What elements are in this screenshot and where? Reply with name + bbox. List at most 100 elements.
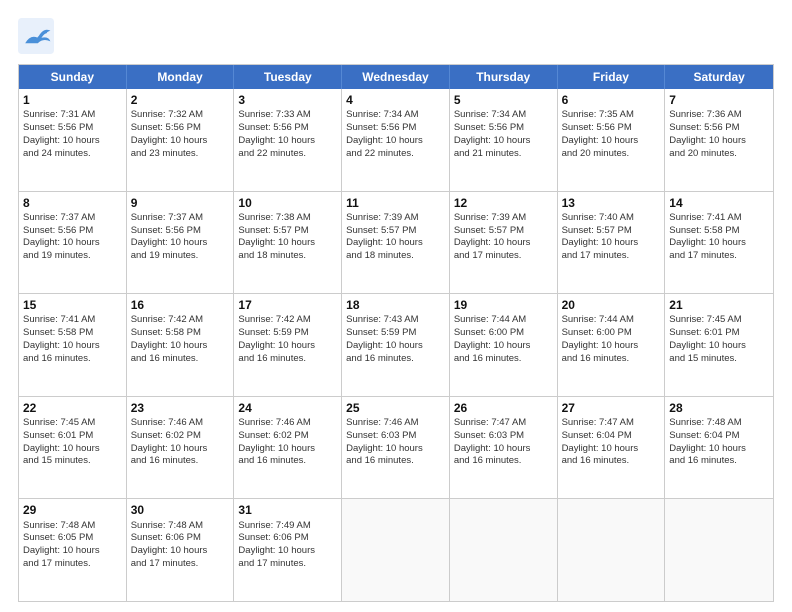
- day-info: and 15 minutes.: [23, 455, 122, 468]
- header-tuesday: Tuesday: [234, 65, 342, 89]
- day-info: and 21 minutes.: [454, 148, 553, 161]
- calendar-cell: 27Sunrise: 7:47 AMSunset: 6:04 PMDayligh…: [558, 397, 666, 499]
- day-info: Sunrise: 7:47 AM: [562, 417, 661, 430]
- day-info: Daylight: 10 hours: [131, 545, 230, 558]
- calendar-row-1: 1Sunrise: 7:31 AMSunset: 5:56 PMDaylight…: [19, 89, 773, 191]
- calendar-cell: 6Sunrise: 7:35 AMSunset: 5:56 PMDaylight…: [558, 89, 666, 191]
- day-info: Daylight: 10 hours: [346, 237, 445, 250]
- day-info: Daylight: 10 hours: [562, 135, 661, 148]
- day-info: Sunrise: 7:48 AM: [23, 520, 122, 533]
- logo-icon: [18, 18, 54, 54]
- day-info: Daylight: 10 hours: [562, 237, 661, 250]
- calendar: Sunday Monday Tuesday Wednesday Thursday…: [18, 64, 774, 602]
- day-info: Sunset: 6:02 PM: [131, 430, 230, 443]
- day-info: and 16 minutes.: [562, 353, 661, 366]
- calendar-row-3: 15Sunrise: 7:41 AMSunset: 5:58 PMDayligh…: [19, 293, 773, 396]
- day-number: 17: [238, 297, 337, 313]
- day-info: Sunset: 5:58 PM: [23, 327, 122, 340]
- day-info: Sunrise: 7:39 AM: [454, 212, 553, 225]
- day-info: Sunrise: 7:39 AM: [346, 212, 445, 225]
- day-number: 14: [669, 195, 769, 211]
- day-info: Daylight: 10 hours: [238, 545, 337, 558]
- day-number: 8: [23, 195, 122, 211]
- day-info: Sunset: 6:00 PM: [454, 327, 553, 340]
- day-number: 29: [23, 502, 122, 518]
- day-number: 24: [238, 400, 337, 416]
- calendar-cell: 15Sunrise: 7:41 AMSunset: 5:58 PMDayligh…: [19, 294, 127, 396]
- day-info: and 16 minutes.: [23, 353, 122, 366]
- day-info: Sunrise: 7:48 AM: [669, 417, 769, 430]
- day-info: Daylight: 10 hours: [23, 443, 122, 456]
- day-info: Sunset: 5:59 PM: [346, 327, 445, 340]
- day-info: and 16 minutes.: [131, 353, 230, 366]
- day-info: Sunset: 5:56 PM: [238, 122, 337, 135]
- day-info: Sunrise: 7:42 AM: [238, 314, 337, 327]
- calendar-cell: 3Sunrise: 7:33 AMSunset: 5:56 PMDaylight…: [234, 89, 342, 191]
- header-saturday: Saturday: [665, 65, 773, 89]
- day-info: and 24 minutes.: [23, 148, 122, 161]
- day-info: Daylight: 10 hours: [238, 237, 337, 250]
- calendar-cell: 30Sunrise: 7:48 AMSunset: 6:06 PMDayligh…: [127, 499, 235, 601]
- day-info: and 16 minutes.: [454, 353, 553, 366]
- calendar-body: 1Sunrise: 7:31 AMSunset: 5:56 PMDaylight…: [19, 89, 773, 601]
- header-sunday: Sunday: [19, 65, 127, 89]
- header-wednesday: Wednesday: [342, 65, 450, 89]
- day-info: Daylight: 10 hours: [346, 443, 445, 456]
- day-number: 22: [23, 400, 122, 416]
- day-info: Sunrise: 7:42 AM: [131, 314, 230, 327]
- day-info: Daylight: 10 hours: [131, 135, 230, 148]
- day-info: Sunset: 5:56 PM: [669, 122, 769, 135]
- calendar-row-5: 29Sunrise: 7:48 AMSunset: 6:05 PMDayligh…: [19, 498, 773, 601]
- calendar-cell: 7Sunrise: 7:36 AMSunset: 5:56 PMDaylight…: [665, 89, 773, 191]
- calendar-cell: [342, 499, 450, 601]
- day-number: 20: [562, 297, 661, 313]
- day-number: 30: [131, 502, 230, 518]
- day-info: Sunset: 6:01 PM: [669, 327, 769, 340]
- day-number: 4: [346, 92, 445, 108]
- day-number: 2: [131, 92, 230, 108]
- calendar-cell: 18Sunrise: 7:43 AMSunset: 5:59 PMDayligh…: [342, 294, 450, 396]
- day-info: and 16 minutes.: [454, 455, 553, 468]
- day-number: 11: [346, 195, 445, 211]
- day-number: 27: [562, 400, 661, 416]
- calendar-cell: 14Sunrise: 7:41 AMSunset: 5:58 PMDayligh…: [665, 192, 773, 294]
- day-info: Sunset: 5:56 PM: [131, 225, 230, 238]
- day-info: Sunrise: 7:43 AM: [346, 314, 445, 327]
- calendar-cell: [558, 499, 666, 601]
- day-info: Sunset: 5:58 PM: [131, 327, 230, 340]
- calendar-cell: 11Sunrise: 7:39 AMSunset: 5:57 PMDayligh…: [342, 192, 450, 294]
- calendar-header: Sunday Monday Tuesday Wednesday Thursday…: [19, 65, 773, 89]
- day-info: Sunset: 6:03 PM: [346, 430, 445, 443]
- day-info: Sunset: 6:03 PM: [454, 430, 553, 443]
- calendar-cell: 12Sunrise: 7:39 AMSunset: 5:57 PMDayligh…: [450, 192, 558, 294]
- day-info: and 16 minutes.: [131, 455, 230, 468]
- day-info: Sunset: 5:56 PM: [23, 225, 122, 238]
- day-info: and 17 minutes.: [238, 558, 337, 571]
- day-info: Sunrise: 7:34 AM: [454, 109, 553, 122]
- day-info: Daylight: 10 hours: [23, 135, 122, 148]
- day-info: Sunset: 6:06 PM: [131, 532, 230, 545]
- day-info: Sunrise: 7:40 AM: [562, 212, 661, 225]
- calendar-cell: 2Sunrise: 7:32 AMSunset: 5:56 PMDaylight…: [127, 89, 235, 191]
- calendar-cell: 31Sunrise: 7:49 AMSunset: 6:06 PMDayligh…: [234, 499, 342, 601]
- day-info: Sunset: 6:02 PM: [238, 430, 337, 443]
- day-info: and 15 minutes.: [669, 353, 769, 366]
- day-info: Daylight: 10 hours: [346, 340, 445, 353]
- calendar-cell: [450, 499, 558, 601]
- day-info: and 17 minutes.: [454, 250, 553, 263]
- day-info: Sunrise: 7:37 AM: [131, 212, 230, 225]
- day-info: and 17 minutes.: [669, 250, 769, 263]
- day-info: Sunrise: 7:44 AM: [454, 314, 553, 327]
- day-number: 5: [454, 92, 553, 108]
- calendar-cell: 4Sunrise: 7:34 AMSunset: 5:56 PMDaylight…: [342, 89, 450, 191]
- day-info: and 18 minutes.: [346, 250, 445, 263]
- day-info: Daylight: 10 hours: [23, 545, 122, 558]
- logo: [18, 18, 58, 54]
- calendar-cell: 20Sunrise: 7:44 AMSunset: 6:00 PMDayligh…: [558, 294, 666, 396]
- day-number: 6: [562, 92, 661, 108]
- day-info: and 16 minutes.: [346, 353, 445, 366]
- day-info: Sunrise: 7:41 AM: [669, 212, 769, 225]
- day-number: 3: [238, 92, 337, 108]
- day-info: Daylight: 10 hours: [23, 237, 122, 250]
- day-info: Daylight: 10 hours: [131, 237, 230, 250]
